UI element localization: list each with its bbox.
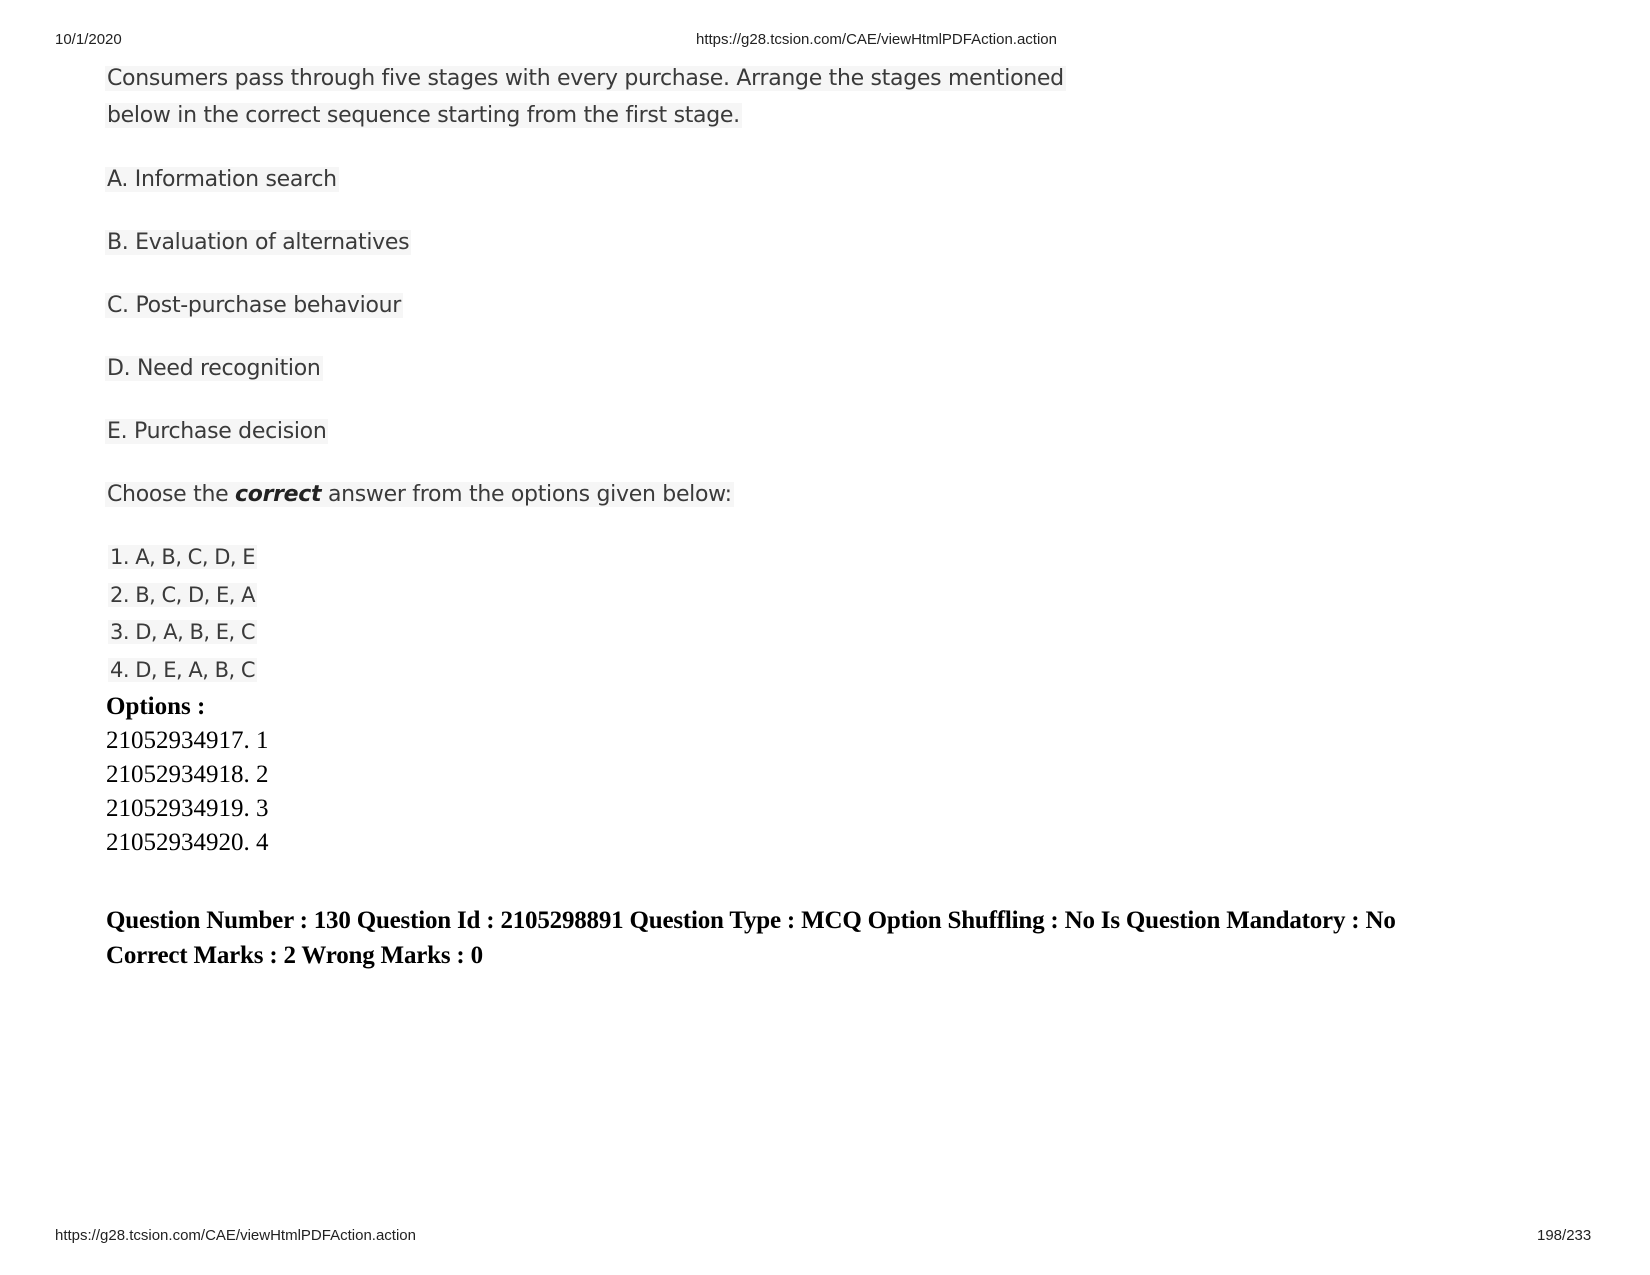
sequence-choice: 2. B, C, D, E, A <box>108 583 257 607</box>
choose-emphasis: correct <box>235 482 322 507</box>
print-date: 10/1/2020 <box>55 31 122 48</box>
stage-item: A. Information search <box>105 167 339 192</box>
header-url: https://g28.tcsion.com/CAE/viewHtmlPDFAc… <box>696 31 1057 48</box>
question-meta-line-2: Correct Marks : 2 Wrong Marks : 0 <box>106 942 483 969</box>
choose-suffix: answer from the options given below: <box>321 482 732 507</box>
choose-prefix: Choose the <box>107 482 236 507</box>
stage-item: B. Evaluation of alternatives <box>105 230 412 255</box>
page-number: 198/233 <box>1537 1227 1592 1244</box>
question-stem-line-2: below in the correct sequence starting f… <box>105 103 742 128</box>
stage-item: D. Need recognition <box>105 356 323 381</box>
choose-instruction: Choose the correct answer from the optio… <box>105 482 734 507</box>
sequence-choice: 1. A, B, C, D, E <box>108 545 257 569</box>
question-meta-line-1: Question Number : 130 Question Id : 2105… <box>106 907 1396 934</box>
stage-item: E. Purchase decision <box>105 419 329 444</box>
option-item: 21052934919. 3 <box>106 795 269 822</box>
option-item: 21052934918. 2 <box>106 761 269 788</box>
sequence-choice: 3. D, A, B, E, C <box>108 620 257 644</box>
footer-url: https://g28.tcsion.com/CAE/viewHtmlPDFAc… <box>55 1227 416 1244</box>
option-item: 21052934917. 1 <box>106 727 269 754</box>
stage-item: C. Post-purchase behaviour <box>105 293 404 318</box>
option-item: 21052934920. 4 <box>106 829 269 856</box>
options-heading: Options : <box>106 693 206 720</box>
question-stem-line-1: Consumers pass through five stages with … <box>105 66 1066 91</box>
sequence-choice: 4. D, E, A, B, C <box>108 658 257 682</box>
